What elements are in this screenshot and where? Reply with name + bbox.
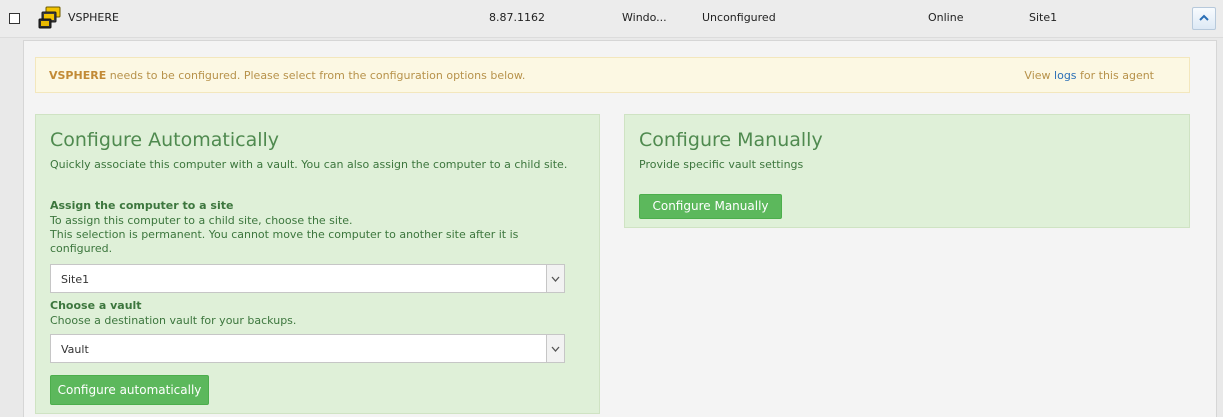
server-agent-icon <box>38 6 62 30</box>
vault-help-text: Choose a destination vault for your back… <box>50 314 297 327</box>
logs-link[interactable]: logs <box>1054 69 1077 82</box>
configure-automatically-button[interactable]: Configure automatically <box>50 375 209 405</box>
notice-text: needs to be configured. Please select fr… <box>106 69 526 82</box>
site-help-line-2: This selection is permanent. You cannot … <box>50 228 519 255</box>
agent-os: Windo... <box>622 11 667 24</box>
vault-select[interactable]: Vault <box>50 334 565 363</box>
configure-manually-panel: Configure Manually Provide specific vaul… <box>624 114 1190 228</box>
chevron-down-icon[interactable] <box>546 265 564 292</box>
agent-site: Site1 <box>1029 11 1058 24</box>
collapse-button[interactable] <box>1192 7 1216 30</box>
site-label: Assign the computer to a site <box>50 199 234 212</box>
configure-manually-title: Configure Manually <box>639 129 823 151</box>
configure-manually-button[interactable]: Configure Manually <box>639 194 782 219</box>
notice-message: VSPHERE needs to be configured. Please s… <box>49 69 525 82</box>
configure-automatically-panel: Configure Automatically Quickly associat… <box>35 114 600 414</box>
configure-manually-description: Provide specific vault settings <box>639 158 804 171</box>
agent-name: VSPHERE <box>68 11 119 24</box>
chevron-down-icon[interactable] <box>546 335 564 362</box>
site-help-text: To assign this computer to a child site,… <box>50 214 550 256</box>
agent-config-status: Unconfigured <box>702 11 776 24</box>
notice-agent-name: VSPHERE <box>49 69 107 82</box>
agent-online-status: Online <box>928 11 964 24</box>
configure-automatically-title: Configure Automatically <box>50 129 280 151</box>
agent-row[interactable]: VSPHERE 8.87.1162 Windo... Unconfigured … <box>0 0 1223 38</box>
configure-automatically-description: Quickly associate this computer with a v… <box>50 158 568 171</box>
row-select-checkbox[interactable] <box>9 13 20 24</box>
configuration-notice: VSPHERE needs to be configured. Please s… <box>35 57 1190 93</box>
site-select[interactable]: Site1 <box>50 264 565 293</box>
vault-label: Choose a vault <box>50 299 142 312</box>
site-select-value: Site1 <box>61 273 90 286</box>
vault-select-value: Vault <box>61 343 89 356</box>
notice-logs: View logs for this agent <box>1024 69 1154 82</box>
notice-view-prefix: View <box>1024 69 1055 82</box>
agent-ip: 8.87.1162 <box>489 11 545 24</box>
notice-view-suffix: for this agent <box>1076 69 1154 82</box>
site-help-line-1: To assign this computer to a child site,… <box>50 214 353 227</box>
